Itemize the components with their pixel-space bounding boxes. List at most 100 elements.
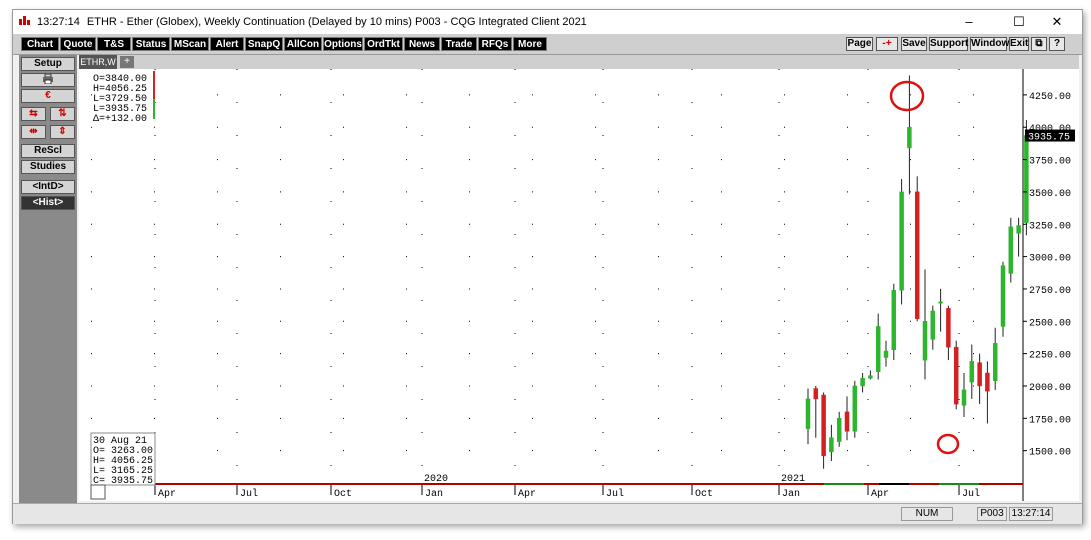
toolbar-mscan-button[interactable]: MScan: [171, 37, 209, 51]
candle-up: [907, 126, 912, 149]
candle-up: [1016, 225, 1021, 234]
y-tick-label: 3250.00: [1029, 221, 1071, 232]
toolbar-ts-button[interactable]: T&S: [97, 37, 131, 51]
toolbar-chart-button[interactable]: Chart: [21, 37, 59, 51]
candle-up: [969, 361, 975, 383]
studies-button[interactable]: Studies: [21, 160, 75, 174]
intraday-button[interactable]: <IntD>: [21, 180, 75, 194]
toolbar-quote-button[interactable]: Quote: [60, 37, 96, 51]
y-tick-label: 1750.00: [1029, 415, 1071, 426]
title-bar: 13:27:14 ETHR - Ether (Globex), Weekly C…: [13, 10, 1082, 34]
candle-up: [899, 191, 904, 291]
close-button[interactable]: ✕: [1037, 12, 1077, 32]
x-tick-label: Jul: [962, 488, 980, 500]
toolbar-more-button[interactable]: More: [513, 37, 547, 51]
chart-area[interactable]: 1500.00 1750.00 2000.00 2250.00 2500.00 2750.…: [79, 69, 1079, 501]
candle-down: [813, 388, 819, 400]
x-tick-label: Jan: [425, 489, 443, 500]
toolbar-page-button[interactable]: Page: [846, 37, 873, 51]
zoom-horizontal-icon[interactable]: ⇹: [21, 125, 46, 139]
minimize-button[interactable]: –: [949, 12, 989, 32]
candle-up: [829, 437, 834, 453]
scroll-left-icon[interactable]: ⇆: [21, 107, 46, 121]
candle-down: [946, 308, 951, 348]
ohlc-header-line: Δ=+132.00: [93, 114, 147, 125]
last-price-label: 3935.75: [1028, 133, 1070, 144]
candle-up: [805, 398, 811, 429]
toolbar-exit-button[interactable]: Exit: [1009, 37, 1029, 51]
ohlc-header: O=3840.00H=4056.25L=3729.50L=3935.75Δ=+1…: [93, 71, 155, 125]
help-icon[interactable]: ?: [1049, 37, 1065, 51]
toolbar-pin-button[interactable]: -+: [876, 37, 898, 51]
y-tick-label: 2500.00: [1029, 318, 1071, 329]
history-button[interactable]: <Hist>: [21, 196, 75, 210]
restore-icon[interactable]: ⧉: [1031, 37, 1047, 51]
chart-sidebar: Setup € ⇆ ⇅ ⇹ ⇕ ReScl Studies <IntD> <Hi…: [19, 55, 77, 503]
candle-up: [836, 418, 842, 442]
time-scroll-handle: [90, 484, 106, 500]
toolbar-allcon-button[interactable]: AllCon: [284, 37, 322, 51]
candle-down: [977, 362, 982, 387]
candle-up: [1008, 226, 1014, 274]
window-title: 13:27:14 ETHR - Ether (Globex), Weekly C…: [37, 16, 587, 28]
candle-up: [860, 377, 865, 387]
toolbar-snapq-button[interactable]: SnapQ: [245, 37, 283, 51]
toolbar-support-button[interactable]: Support: [929, 37, 968, 51]
candle-up: [961, 389, 967, 406]
toolbar-news-button[interactable]: News: [404, 37, 440, 51]
toolbar-trade-button[interactable]: Trade: [441, 37, 477, 51]
header-color-bar-green: [153, 99, 155, 119]
status-time: 13:27:14: [1009, 507, 1053, 521]
y-tick-label: 1500.00: [1029, 448, 1071, 459]
toolbar-ordtkt-button[interactable]: OrdTkt: [364, 37, 403, 51]
candle-up: [868, 375, 873, 379]
setup-button[interactable]: Setup: [21, 57, 75, 71]
zoom-vertical-icon[interactable]: ⇕: [50, 125, 75, 139]
year-label: 2020: [424, 474, 448, 485]
rescale-button[interactable]: ReScl: [21, 144, 75, 158]
y-tick-label: 4250.00: [1029, 92, 1071, 103]
title-label: ETHR - Ether (Globex), Weekly Continuati…: [86, 16, 587, 28]
toolbar-save-button[interactable]: Save: [901, 37, 927, 51]
x-tick-label: Jul: [240, 488, 258, 500]
candlestick-chart[interactable]: 1500.00 1750.00 2000.00 2250.00 2500.00 2750.…: [79, 69, 1079, 501]
print-button[interactable]: [21, 73, 75, 87]
main-toolbar: Chart Quote T&S Status MScan Alert SnapQ…: [13, 34, 1082, 55]
printer-icon: [43, 73, 53, 85]
candle-down: [821, 394, 826, 457]
add-tab-button[interactable]: +: [120, 56, 134, 68]
candle-down: [914, 191, 920, 319]
candle-down: [985, 372, 990, 392]
toolbar-options-button[interactable]: Options: [323, 37, 363, 51]
y-tick-label: 3500.00: [1029, 189, 1071, 200]
candle-up: [992, 343, 998, 382]
cqg-app-icon: [19, 16, 30, 25]
chart-tab-bar: ETHR,W +: [79, 55, 1079, 69]
maximize-button[interactable]: ☐: [999, 12, 1039, 32]
y-tick-label: 2250.00: [1029, 351, 1071, 362]
currency-button[interactable]: €: [21, 89, 75, 103]
toolbar-window-button[interactable]: Window: [970, 37, 1009, 51]
toolbar-rfqs-button[interactable]: RFQs: [478, 37, 512, 51]
time-axis-segment-green: [939, 483, 979, 485]
chart-tab-ethr[interactable]: ETHR,W: [79, 55, 117, 69]
candle-up: [875, 326, 881, 372]
candle-up: [1000, 265, 1006, 327]
toolbar-status-button[interactable]: Status: [132, 37, 170, 51]
year-label: 2021: [781, 474, 805, 485]
title-time: 13:27:14: [37, 16, 80, 28]
candle-up: [891, 289, 897, 350]
toolbar-alert-button[interactable]: Alert: [210, 37, 244, 51]
candle-up: [1024, 135, 1029, 223]
x-tick-label: Jul: [606, 488, 624, 500]
candle-up: [930, 310, 936, 340]
candle-up: [852, 385, 858, 432]
x-tick-label: Oct: [695, 489, 713, 500]
x-tick-label: Oct: [334, 489, 352, 500]
candle-down: [953, 346, 959, 405]
y-tick-label: 3750.00: [1029, 157, 1071, 168]
time-axis-segment-green: [824, 483, 864, 485]
x-tick-label: Jan: [782, 489, 800, 500]
x-tick-label: Apr: [158, 489, 176, 500]
scroll-vertical-icon[interactable]: ⇅: [50, 107, 75, 121]
